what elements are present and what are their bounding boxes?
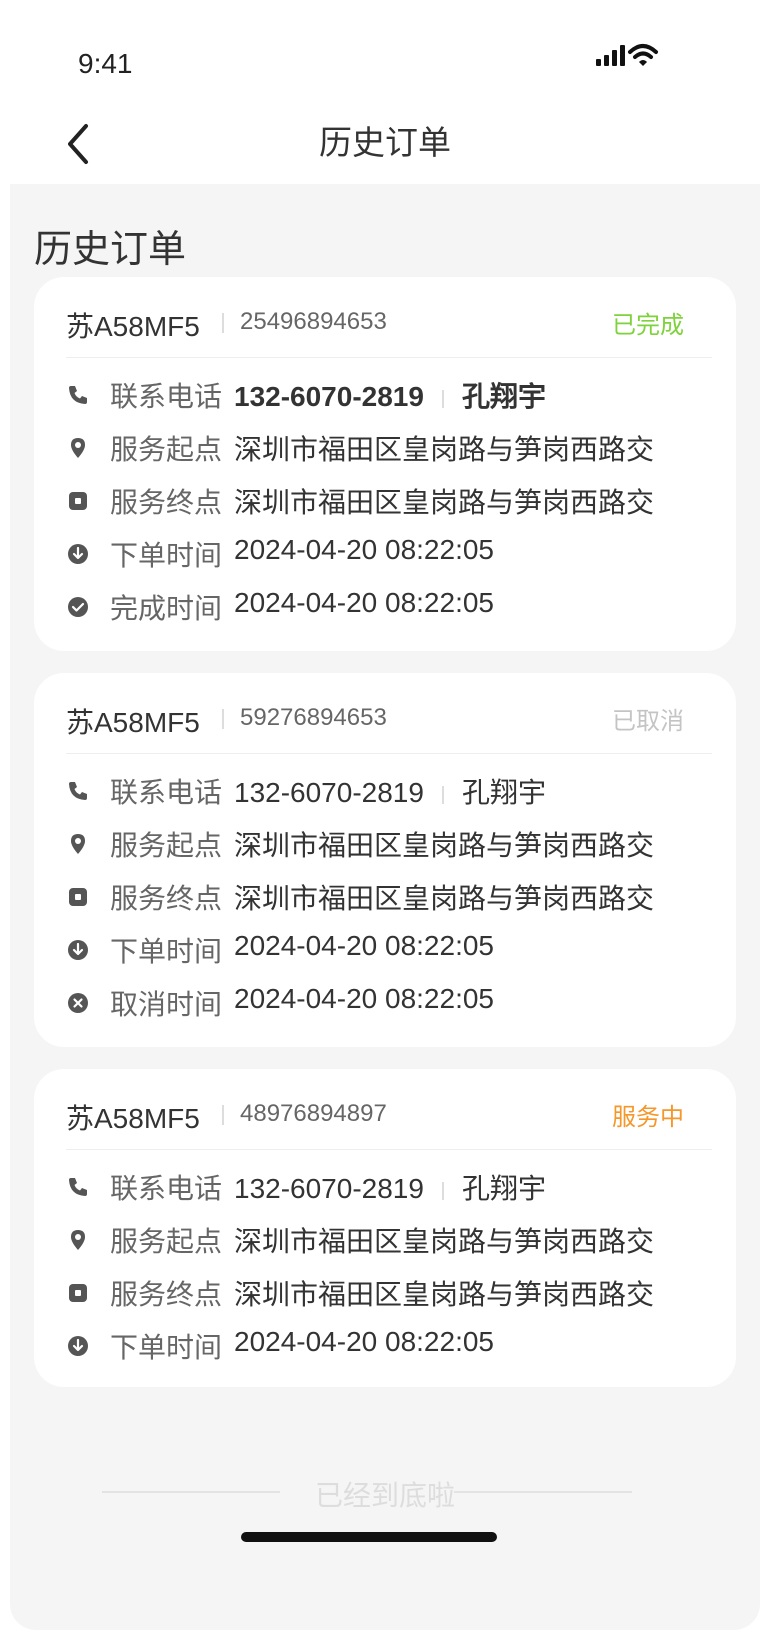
order-time-row: 下单时间 2024-04-20 08:22:05 <box>34 534 736 574</box>
location-pin-icon <box>71 438 85 458</box>
start-label: 服务起点 <box>110 829 223 862</box>
order-list-container: 历史订单 苏A58MF5 25496894653 已完成 联系电话 132-60… <box>10 184 760 1630</box>
complete-time-value: 2024-04-20 08:22:05 <box>234 587 494 618</box>
phone-number[interactable]: 132-6070-2819 <box>234 777 424 808</box>
phone-row: 联系电话 132-6070-2819 孔翔宇 <box>34 375 736 415</box>
start-label: 服务起点 <box>110 1225 223 1258</box>
end-address: 深圳市福田区皇岗路与笋岗西路交 <box>234 487 655 518</box>
end-address: 深圳市福田区皇岗路与笋岗西路交 <box>234 1279 655 1310</box>
phone-icon <box>69 1178 87 1196</box>
phone-row: 联系电话 132-6070-2819 孔翔宇 <box>34 1167 736 1207</box>
license-plate: 苏A58MF5 <box>66 311 200 342</box>
arrow-down-circle-icon <box>68 544 88 564</box>
cancel-time-row: 取消时间 2024-04-20 08:22:05 <box>34 983 736 1023</box>
list-end-text: 已经到底啦 <box>314 1479 455 1512</box>
header-separator <box>222 1105 224 1125</box>
order-number: 48976894897 <box>240 1100 387 1127</box>
card-divider <box>66 753 712 754</box>
header-separator <box>222 709 224 729</box>
home-indicator[interactable] <box>241 1532 497 1542</box>
complete-time-row: 完成时间 2024-04-20 08:22:05 <box>34 587 736 627</box>
start-address: 深圳市福田区皇岗路与笋岗西路交 <box>234 830 655 861</box>
nav-title: 历史订单 <box>319 123 451 162</box>
card-divider <box>66 357 712 358</box>
order-time-row: 下单时间 2024-04-20 08:22:05 <box>34 930 736 970</box>
start-row: 服务起点 深圳市福田区皇岗路与笋岗西路交 <box>34 824 736 864</box>
phone-number[interactable]: 132-6070-2819 <box>234 381 424 412</box>
license-plate: 苏A58MF5 <box>66 707 200 738</box>
separator <box>441 389 444 408</box>
status-badge: 已完成 <box>612 311 684 339</box>
card-divider <box>66 1149 712 1150</box>
order-card[interactable]: 苏A58MF5 59276894653 已取消 联系电话 132-6070-28… <box>34 673 736 1047</box>
phone-number[interactable]: 132-6070-2819 <box>234 1173 424 1204</box>
cancel-time-value: 2024-04-20 08:22:05 <box>234 983 494 1014</box>
contact-name: 孔翔宇 <box>461 1173 546 1204</box>
order-card-header: 苏A58MF5 48976894897 服务中 <box>34 1069 736 1149</box>
phone-value[interactable]: 132-6070-2819 孔翔宇 <box>234 1167 546 1207</box>
signal-wifi-icon <box>596 44 658 66</box>
destination-square-icon <box>69 888 87 906</box>
start-label: 服务起点 <box>110 433 223 466</box>
end-address: 深圳市福田区皇岗路与笋岗西路交 <box>234 883 655 914</box>
header-separator <box>222 313 224 333</box>
check-circle-icon <box>68 597 88 617</box>
end-row: 服务终点 深圳市福田区皇岗路与笋岗西路交 <box>34 481 736 521</box>
location-pin-icon <box>71 1230 85 1250</box>
order-time-value: 2024-04-20 08:22:05 <box>234 1326 494 1357</box>
status-badge: 服务中 <box>612 1103 684 1131</box>
phone-label: 联系电话 <box>110 380 223 413</box>
contact-name: 孔翔宇 <box>461 381 546 412</box>
order-time-value: 2024-04-20 08:22:05 <box>234 534 494 565</box>
order-card-header: 苏A58MF5 25496894653 已完成 <box>34 277 736 357</box>
phone-label: 联系电话 <box>110 776 223 809</box>
cancel-time-label: 取消时间 <box>110 988 223 1021</box>
order-card[interactable]: 苏A58MF5 25496894653 已完成 联系电话 132-6070-28… <box>34 277 736 651</box>
end-label: 服务终点 <box>110 882 223 915</box>
arrow-down-circle-icon <box>68 1336 88 1356</box>
start-row: 服务起点 深圳市福田区皇岗路与笋岗西路交 <box>34 428 736 468</box>
page-title: 历史订单 <box>34 227 187 271</box>
order-time-label: 下单时间 <box>110 935 223 968</box>
end-row: 服务终点 深圳市福田区皇岗路与笋岗西路交 <box>34 877 736 917</box>
separator <box>441 785 444 804</box>
order-card[interactable]: 苏A58MF5 48976894897 服务中 联系电话 132-6070-28… <box>34 1069 736 1387</box>
status-badge: 已取消 <box>612 707 684 735</box>
order-number: 25496894653 <box>240 308 387 335</box>
contact-name: 孔翔宇 <box>461 777 546 808</box>
complete-time-label: 完成时间 <box>110 592 223 625</box>
order-time-value: 2024-04-20 08:22:05 <box>234 930 494 961</box>
separator <box>441 1181 444 1200</box>
order-time-label: 下单时间 <box>110 1331 223 1364</box>
start-row: 服务起点 深圳市福田区皇岗路与笋岗西路交 <box>34 1220 736 1260</box>
status-time: 9:41 <box>78 48 133 79</box>
destination-square-icon <box>69 1284 87 1302</box>
list-end-indicator: 已经到底啦 <box>10 1470 760 1512</box>
destination-square-icon <box>69 492 87 510</box>
start-address: 深圳市福田区皇岗路与笋岗西路交 <box>234 1226 655 1257</box>
end-row: 服务终点 深圳市福田区皇岗路与笋岗西路交 <box>34 1273 736 1313</box>
end-label: 服务终点 <box>110 1278 223 1311</box>
order-card-header: 苏A58MF5 59276894653 已取消 <box>34 673 736 753</box>
arrow-down-circle-icon <box>68 940 88 960</box>
x-circle-icon <box>68 993 88 1013</box>
license-plate: 苏A58MF5 <box>66 1103 200 1134</box>
order-time-row: 下单时间 2024-04-20 08:22:05 <box>34 1326 736 1366</box>
end-label: 服务终点 <box>110 486 223 519</box>
phone-icon <box>69 782 87 800</box>
nav-bar: 历史订单 <box>0 100 770 184</box>
order-time-label: 下单时间 <box>110 539 223 572</box>
phone-icon <box>69 386 87 404</box>
phone-value[interactable]: 132-6070-2819 孔翔宇 <box>234 771 546 811</box>
phone-row: 联系电话 132-6070-2819 孔翔宇 <box>34 771 736 811</box>
start-address: 深圳市福田区皇岗路与笋岗西路交 <box>234 434 655 465</box>
phone-label: 联系电话 <box>110 1172 223 1205</box>
phone-value[interactable]: 132-6070-2819 孔翔宇 <box>234 375 546 415</box>
location-pin-icon <box>71 834 85 854</box>
status-bar: 9:41 <box>0 0 770 100</box>
order-number: 59276894653 <box>240 704 387 731</box>
